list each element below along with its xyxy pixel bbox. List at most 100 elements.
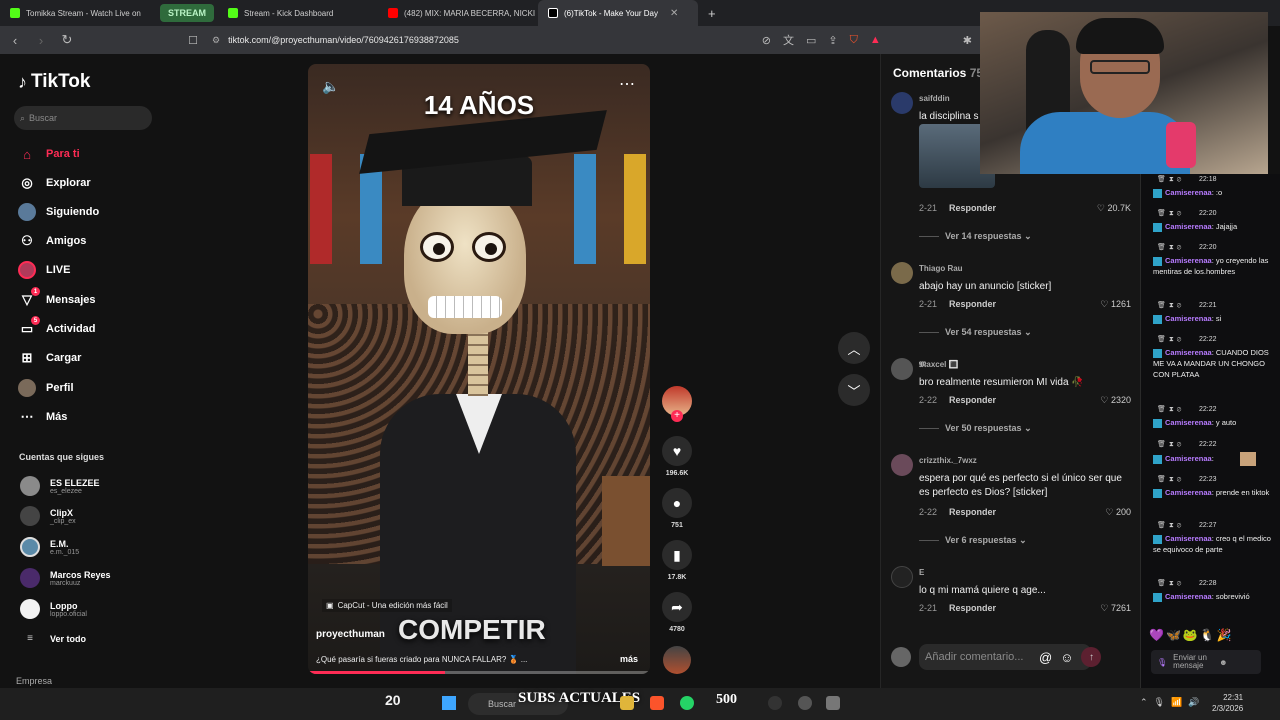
chat-user[interactable]: Camiserenaa xyxy=(1165,314,1212,323)
emote-bar[interactable]: 💜🦋🐸🐧🎉 xyxy=(1149,628,1234,642)
avatar[interactable] xyxy=(891,358,913,380)
account-loppo[interactable]: Loppo loppo.oficial xyxy=(20,599,87,619)
emoji-icon[interactable]: ☺ xyxy=(1060,650,1073,665)
more-link[interactable]: más xyxy=(620,654,638,664)
chat-user[interactable]: Camiserenaa xyxy=(1165,256,1212,265)
mod-icons[interactable]: 🗑⧗⊘ xyxy=(1157,439,1184,450)
translate-icon[interactable]: 文 xyxy=(783,32,794,48)
view-replies[interactable]: Ver 14 respuestas ⌄ xyxy=(943,231,1032,242)
nav-perfil[interactable]: Perfil xyxy=(18,379,74,397)
chat-user[interactable]: Camiserenaa xyxy=(1165,222,1212,231)
whatsapp-icon[interactable] xyxy=(680,696,694,710)
comment-action[interactable]: ● 751 xyxy=(662,488,692,529)
nav-live[interactable]: LIVE xyxy=(18,261,70,279)
reply-button[interactable]: Responder xyxy=(949,299,996,309)
windows-start-icon[interactable] xyxy=(442,696,456,710)
video-author[interactable]: proyecthuman xyxy=(316,629,385,640)
follow-plus-button[interactable]: + xyxy=(671,410,683,422)
chat-input[interactable]: 🎙 Enviar un mensaje ☻ xyxy=(1151,650,1261,674)
extensions-icon[interactable]: ✱ xyxy=(963,34,972,47)
reply-button[interactable]: Responder xyxy=(949,603,996,613)
chat-user[interactable]: Camiserenaa xyxy=(1165,418,1212,427)
nav-para-ti[interactable]: ⌂ Para ti xyxy=(18,145,80,163)
account-es-elezee[interactable]: ES ELEZEE es_elezee xyxy=(20,476,100,496)
avatar[interactable] xyxy=(891,92,913,114)
chat-user[interactable]: Camiserenaa xyxy=(1165,488,1212,497)
chat-user[interactable]: Camiserenaa xyxy=(1165,534,1212,543)
microphone-icon[interactable]: 🎙 xyxy=(1157,658,1167,667)
close-icon[interactable]: ✕ xyxy=(670,8,678,19)
search-box[interactable]: ⌕ Buscar xyxy=(14,106,152,130)
reply-button[interactable]: Responder xyxy=(949,203,996,213)
site-info-icon[interactable]: ⚙ xyxy=(212,35,220,46)
mod-icons[interactable]: 🗑⧗⊘ xyxy=(1157,174,1184,185)
see-all-link[interactable]: ≡ Ver todo xyxy=(20,633,86,644)
mod-icons[interactable]: 🗑⧗⊘ xyxy=(1157,208,1184,219)
taskbar-clock[interactable]: 22:31 2/3/2026 xyxy=(1212,692,1243,714)
mod-icons[interactable]: 🗑⧗⊘ xyxy=(1157,300,1184,311)
tab-kick-dashboard[interactable]: Stream - Kick Dashboard xyxy=(218,0,378,26)
mod-icons[interactable]: 🗑⧗⊘ xyxy=(1157,404,1184,415)
share-action[interactable]: ➦ 4780 xyxy=(662,592,692,633)
avatar[interactable] xyxy=(891,454,913,476)
no-eye-icon[interactable]: ⊘ xyxy=(762,34,771,47)
tiktok-logo[interactable]: ♪ TikTok xyxy=(18,71,90,93)
share-arrow-icon[interactable]: ➦ xyxy=(662,592,692,622)
tab-tiktok[interactable]: (6)TikTok - Make Your Day ✕ xyxy=(538,0,698,26)
new-tab-button[interactable]: + xyxy=(698,0,726,26)
next-video-button[interactable]: ﹀ xyxy=(838,374,870,406)
comment-likes[interactable]: ♡ 200 xyxy=(1105,507,1131,518)
previous-video-button[interactable]: ︿ xyxy=(838,332,870,364)
url-field[interactable]: ⚙ tiktok.com/@proyecthuman/video/7609426… xyxy=(212,29,750,51)
comment-user[interactable]: Thiago Rau xyxy=(919,264,963,273)
mention-icon[interactable]: @ xyxy=(1039,650,1052,665)
mod-icons[interactable]: 🗑⧗⊘ xyxy=(1157,520,1184,531)
tab-group-stream[interactable]: STREAM xyxy=(160,4,214,22)
emoji-icon[interactable]: ☻ xyxy=(1219,658,1227,667)
nav-siguiendo[interactable]: Siguiendo xyxy=(18,203,99,221)
chat-user[interactable]: Camiserenaa xyxy=(1165,592,1212,601)
save-action[interactable]: ▮ 17.8K xyxy=(662,540,692,581)
mod-icons[interactable]: 🗑⧗⊘ xyxy=(1157,334,1184,345)
share-icon[interactable]: ⇪ xyxy=(828,34,837,47)
volume-icon[interactable]: 🔈 xyxy=(322,78,339,95)
back-icon[interactable]: ‹ xyxy=(8,33,22,48)
comment-user[interactable]: crizzthix._7wxz xyxy=(919,456,977,465)
comment-user[interactable]: E xyxy=(919,568,924,577)
account-em[interactable]: E.M. e.m._015 xyxy=(20,537,79,557)
forward-icon[interactable]: › xyxy=(34,33,48,48)
comment-user[interactable]: saifddin xyxy=(919,94,950,103)
mod-icons[interactable]: 🗑⧗⊘ xyxy=(1157,474,1184,485)
reply-button[interactable]: Responder xyxy=(949,507,996,517)
video-player[interactable]: 14 AÑOS 🔈 ⋯ ▣ CapCut - Una edición más f… xyxy=(308,64,650,674)
avatar[interactable] xyxy=(891,566,913,588)
footer-empresa[interactable]: Empresa xyxy=(16,676,52,686)
comment-likes[interactable]: ♡ 2320 xyxy=(1100,395,1131,406)
view-replies[interactable]: Ver 50 respuestas ⌄ xyxy=(943,423,1032,434)
cast-icon[interactable]: ▭ xyxy=(806,34,816,47)
comment-likes[interactable]: ♡ 1261 xyxy=(1100,299,1131,310)
nav-actividad[interactable]: ▭ 5 Actividad xyxy=(18,316,96,338)
account-marcos-reyes[interactable]: Marcos Reyes marckuuz xyxy=(20,568,111,588)
chat-user[interactable]: Camiserenaa xyxy=(1165,348,1212,357)
nav-mensajes[interactable]: ▽ 1 Mensajes xyxy=(18,287,96,309)
account-clipx[interactable]: ClipX _clip_ex xyxy=(20,506,76,526)
settings-icon[interactable] xyxy=(826,696,840,710)
view-replies[interactable]: Ver 6 respuestas ⌄ xyxy=(943,535,1027,546)
app-icon[interactable] xyxy=(798,696,812,710)
chat-user[interactable]: Camiserenaa xyxy=(1165,454,1212,463)
nav-explorar[interactable]: ◎ Explorar xyxy=(18,174,90,192)
mod-icons[interactable]: 🗑⧗⊘ xyxy=(1157,242,1184,253)
system-tray-icons[interactable]: ⌃🎙📶🔊 xyxy=(1140,697,1205,708)
obs-icon[interactable] xyxy=(768,696,782,710)
video-progress-bar[interactable] xyxy=(308,671,650,674)
reply-button[interactable]: Responder xyxy=(949,395,996,405)
comment-user[interactable]: 𝕸axcel 🔳 xyxy=(919,360,959,370)
like-action[interactable]: ♥ 196.6K xyxy=(662,436,692,477)
more-options-icon[interactable]: ⋯ xyxy=(619,74,636,94)
tab-kick-watch[interactable]: Tomikka Stream - Watch Live on xyxy=(0,0,156,26)
comment-likes[interactable]: ♡ 20.7K xyxy=(1097,203,1131,214)
brave-rewards-icon[interactable]: ▲ xyxy=(870,34,881,46)
mod-icons[interactable]: 🗑⧗⊘ xyxy=(1157,578,1184,589)
heart-icon[interactable]: ♥ xyxy=(662,436,692,466)
